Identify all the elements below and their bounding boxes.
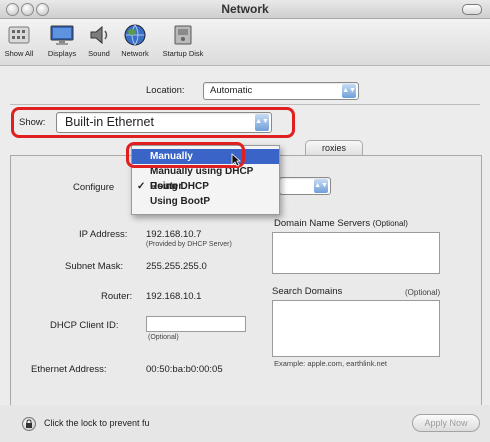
mouse-pointer-icon bbox=[231, 153, 241, 167]
dns-servers-field[interactable] bbox=[272, 232, 440, 274]
dhcp-client-id-field[interactable] bbox=[146, 316, 246, 332]
dns-label: Domain Name Servers (Optional) bbox=[274, 218, 408, 229]
location-popup[interactable]: Automatic ▲▼ bbox=[203, 82, 359, 100]
footer-bar: Click the lock to prevent fu Apply Now bbox=[0, 405, 490, 442]
title-bar: Network bbox=[0, 0, 490, 19]
popup-arrows-icon: ▲▼ bbox=[314, 179, 328, 193]
router-label: Router: bbox=[101, 291, 133, 302]
dns-optional: (Optional) bbox=[372, 219, 408, 228]
network-preferences-window: Network Show All Displays Sound Network … bbox=[0, 0, 490, 442]
location-label: Location: bbox=[146, 85, 185, 96]
search-domains-optional: (Optional) bbox=[405, 288, 441, 297]
network-icon bbox=[121, 22, 149, 48]
separator bbox=[10, 104, 480, 105]
toolbar-label-startup-disk: Startup Disk bbox=[162, 49, 204, 58]
show-all-icon bbox=[5, 22, 33, 48]
startup-disk-icon bbox=[169, 22, 197, 48]
ethernet-address-label: Ethernet Address: bbox=[31, 364, 107, 375]
popup-arrows-icon: ▲▼ bbox=[342, 84, 356, 98]
menu-item-using-bootp[interactable]: Using BootP bbox=[132, 194, 279, 209]
lock-button[interactable] bbox=[22, 417, 36, 431]
lock-icon bbox=[26, 419, 32, 428]
menu-item-using-dhcp-label: Using DHCP bbox=[150, 181, 209, 192]
menu-item-using-dhcp[interactable]: ✓ Using DHCP bbox=[132, 179, 279, 194]
dns-label-text: Domain Name Servers bbox=[274, 218, 371, 229]
tab-proxies[interactable]: roxies bbox=[305, 140, 363, 156]
router-value: 192.168.10.1 bbox=[146, 291, 202, 302]
toolbar-label-displays: Displays bbox=[47, 49, 77, 58]
checkmark-icon: ✓ bbox=[137, 181, 146, 192]
sound-icon bbox=[85, 22, 113, 48]
ip-address-note: (Provided by DHCP Server) bbox=[146, 241, 232, 248]
menu-item-using-bootp-label: Using BootP bbox=[150, 196, 210, 207]
toolbar-label-show-all: Show All bbox=[4, 49, 34, 58]
lock-hint-text: Click the lock to prevent fu bbox=[44, 418, 150, 428]
apply-now-button[interactable]: Apply Now bbox=[412, 414, 480, 432]
toolbar-item-displays[interactable]: Displays bbox=[44, 22, 80, 58]
search-domains-field[interactable] bbox=[272, 300, 440, 357]
toolbar-item-startup-disk[interactable]: Startup Disk bbox=[156, 22, 210, 58]
dhcp-client-id-note: (Optional) bbox=[148, 334, 179, 341]
toolbar: Show All Displays Sound Network Startup … bbox=[0, 19, 490, 66]
search-domains-example: Example: apple.com, earthlink.net bbox=[274, 359, 387, 368]
configure-popup[interactable]: ▲▼ bbox=[279, 177, 331, 195]
toolbar-item-show-all[interactable]: Show All bbox=[2, 22, 36, 58]
ip-address-value: 192.168.10.7 bbox=[146, 229, 202, 240]
window-title: Network bbox=[221, 2, 269, 16]
tab-proxies-label: roxies bbox=[321, 143, 346, 153]
toolbar-item-sound[interactable]: Sound bbox=[84, 22, 114, 58]
displays-icon bbox=[48, 22, 76, 48]
dhcp-client-id-label: DHCP Client ID: bbox=[50, 320, 119, 331]
subnet-mask-value: 255.255.255.0 bbox=[146, 261, 207, 272]
configure-label: Configure bbox=[73, 182, 115, 193]
show-highlight-outline bbox=[11, 107, 295, 138]
toolbar-label-sound: Sound bbox=[88, 49, 110, 58]
ethernet-address-value: 00:50:ba:b0:00:05 bbox=[146, 364, 223, 375]
toolbar-item-network[interactable]: Network bbox=[115, 22, 155, 58]
ip-address-label: IP Address: bbox=[79, 229, 128, 240]
location-value: Automatic bbox=[210, 85, 253, 96]
manually-highlight-outline bbox=[126, 142, 245, 168]
toolbar-toggle-button[interactable] bbox=[462, 4, 482, 15]
toolbar-label-network: Network bbox=[121, 49, 149, 58]
search-domains-label: Search Domains bbox=[272, 286, 343, 297]
subnet-mask-label: Subnet Mask: bbox=[65, 261, 124, 272]
